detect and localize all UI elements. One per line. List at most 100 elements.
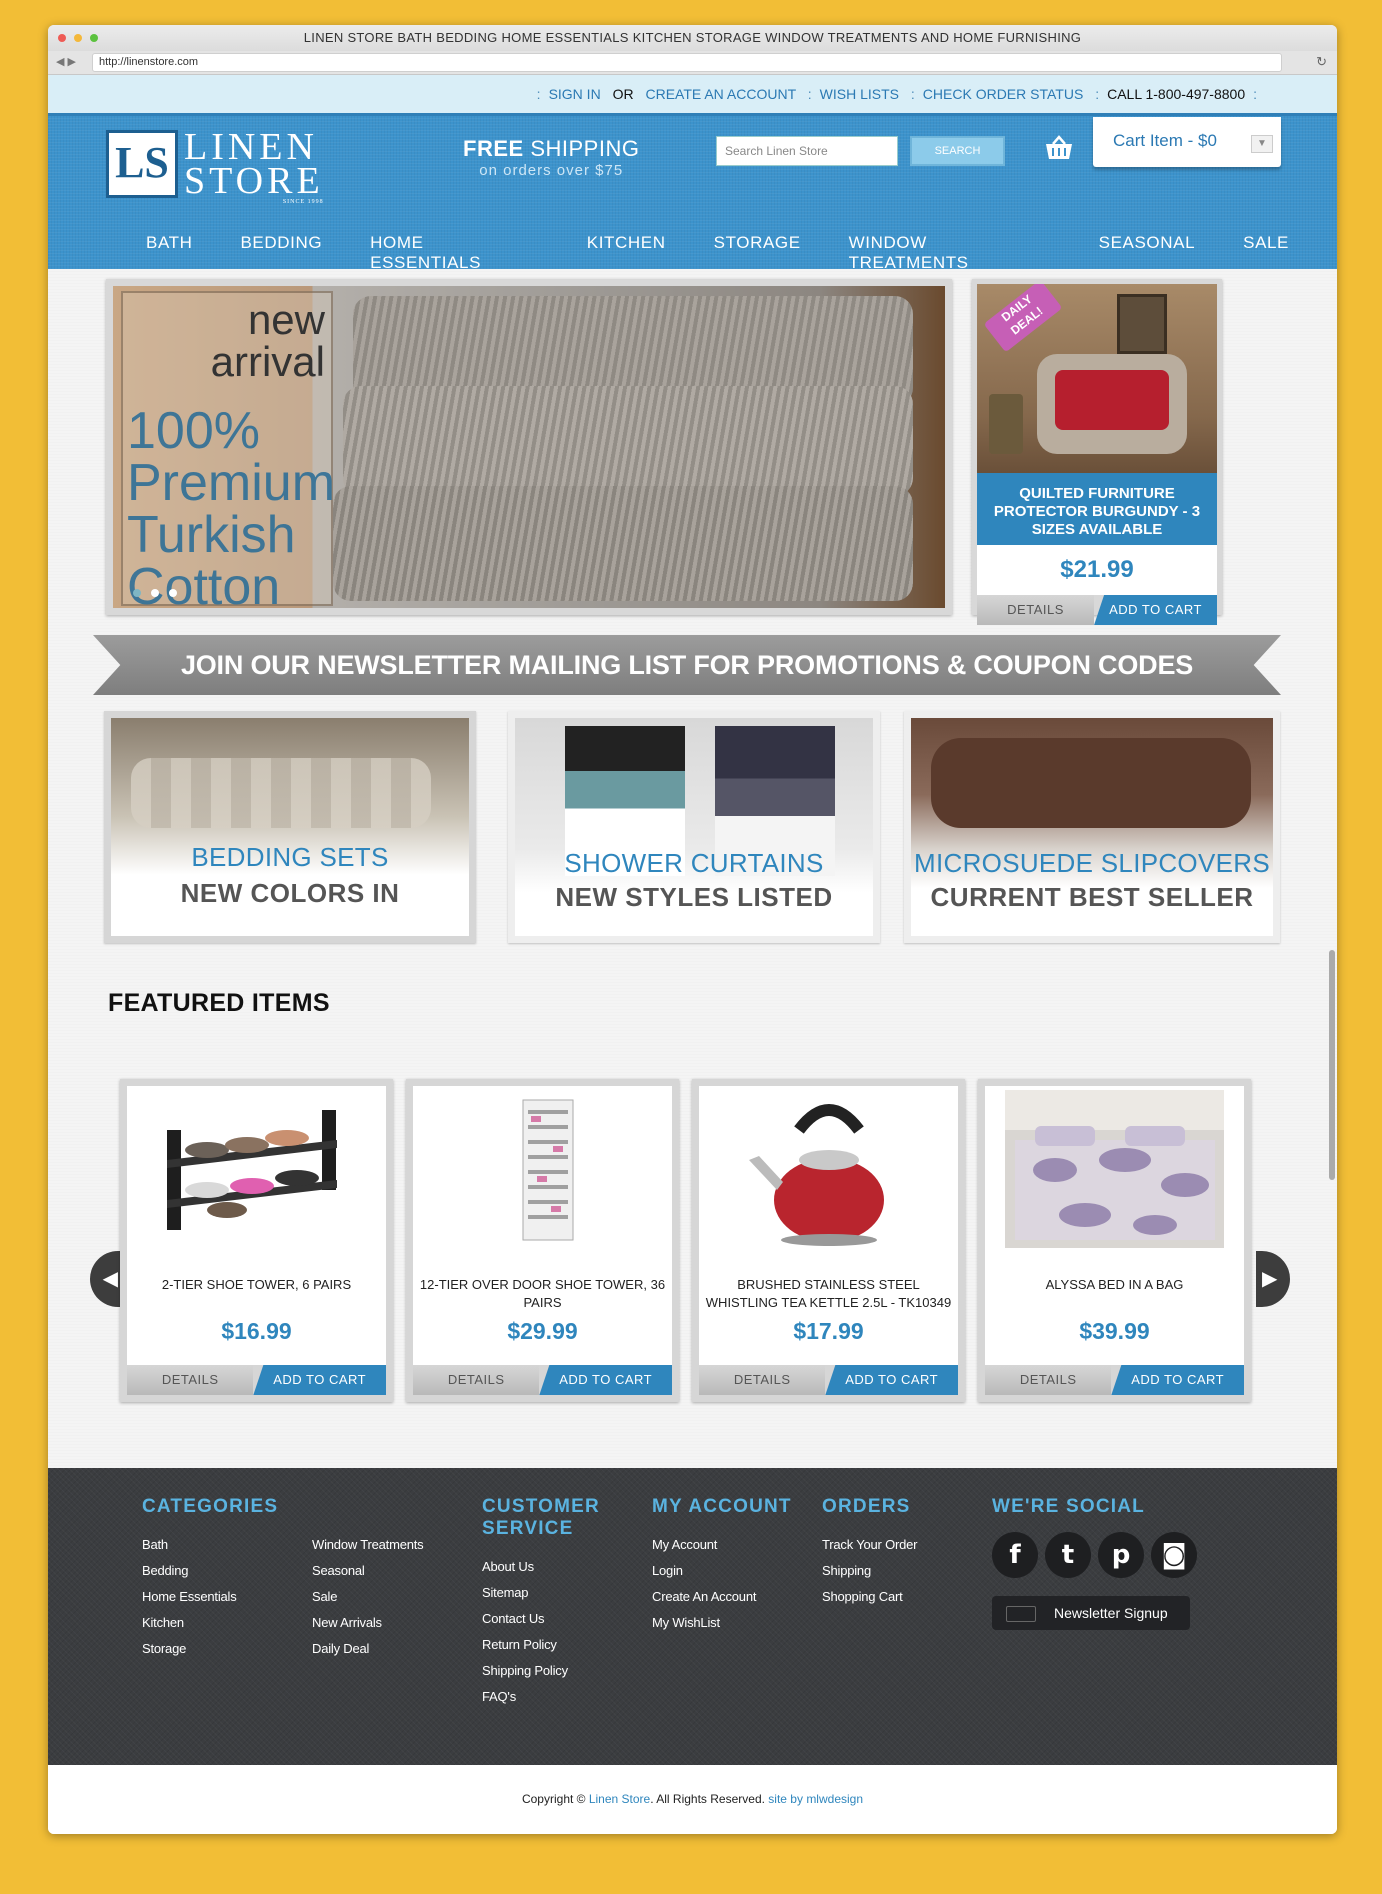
footer-link[interactable]: Contact Us bbox=[482, 1606, 600, 1632]
designer-link[interactable]: site by mlwdesign bbox=[768, 1792, 863, 1806]
footer-link[interactable]: New Arrivals bbox=[312, 1610, 423, 1636]
details-button[interactable]: DETAILS bbox=[413, 1365, 540, 1395]
free-shipping-notice: FREE SHIPPING on orders over $75 bbox=[463, 136, 639, 179]
hero-slider[interactable]: new arrival 100% Premium Turkish Cotton bbox=[106, 279, 952, 615]
product-name[interactable]: 12-TIER OVER DOOR SHOE TOWER, 36 PAIRS bbox=[413, 1276, 672, 1312]
linen-store-link[interactable]: Linen Store bbox=[589, 1792, 650, 1806]
footer-link[interactable]: Home Essentials bbox=[142, 1584, 312, 1610]
facebook-icon[interactable]: f bbox=[992, 1532, 1038, 1578]
twitter-icon[interactable]: t bbox=[1045, 1532, 1091, 1578]
details-button[interactable]: DETAILS bbox=[699, 1365, 826, 1395]
instagram-icon[interactable]: ◙ bbox=[1151, 1532, 1197, 1578]
cart-icon[interactable] bbox=[1043, 134, 1075, 162]
daily-deal-price: $21.99 bbox=[977, 545, 1217, 595]
chevron-down-icon[interactable]: ▼ bbox=[1251, 135, 1273, 153]
product-name[interactable]: ALYSSA BED IN A BAG bbox=[985, 1276, 1244, 1294]
product-name[interactable]: 2-TIER SHOE TOWER, 6 PAIRS bbox=[127, 1276, 386, 1294]
nav-kitchen[interactable]: KITCHEN bbox=[587, 233, 666, 273]
footer-link[interactable]: Create An Account bbox=[652, 1584, 792, 1610]
daily-deal-title[interactable]: QUILTED FURNITURE PROTECTOR BURGUNDY - 3… bbox=[977, 473, 1217, 545]
pinterest-icon[interactable]: p bbox=[1098, 1532, 1144, 1578]
nav-storage[interactable]: STORAGE bbox=[714, 233, 801, 273]
slider-dot-1[interactable] bbox=[133, 589, 141, 597]
phone-number: CALL 1-800-497-8800 bbox=[1107, 86, 1246, 102]
footer-link[interactable]: Shipping bbox=[822, 1558, 917, 1584]
footer-link[interactable]: Kitchen bbox=[142, 1610, 312, 1636]
back-forward-icon[interactable]: ◀▶ bbox=[56, 55, 79, 68]
footer-link[interactable]: Seasonal bbox=[312, 1558, 423, 1584]
details-button[interactable]: DETAILS bbox=[127, 1365, 254, 1395]
add-to-cart-button[interactable]: ADD TO CART bbox=[253, 1365, 386, 1395]
url-field[interactable]: http://linenstore.com bbox=[92, 53, 1282, 72]
footer-link[interactable]: Sale bbox=[312, 1584, 423, 1610]
or-text: OR bbox=[612, 86, 634, 102]
product-name[interactable]: BRUSHED STAINLESS STEEL WHISTLING TEA KE… bbox=[699, 1276, 958, 1312]
carousel-next-arrow[interactable]: ▶ bbox=[1256, 1251, 1290, 1307]
zoom-dot[interactable] bbox=[90, 34, 98, 42]
product-card: 2-TIER SHOE TOWER, 6 PAIRS $16.99 DETAIL… bbox=[120, 1079, 393, 1402]
promo-bedding-sets[interactable]: BEDDING SETS NEW COLORS IN bbox=[104, 711, 476, 943]
nav-sale[interactable]: SALE bbox=[1243, 233, 1289, 273]
product-card: BRUSHED STAINLESS STEEL WHISTLING TEA KE… bbox=[692, 1079, 965, 1402]
search-button[interactable]: SEARCH bbox=[910, 136, 1005, 166]
promo-slipcovers[interactable]: MICROSUEDE SLIPCOVERS CURRENT BEST SELLE… bbox=[904, 711, 1280, 943]
promo-shower-curtains[interactable]: SHOWER CURTAINS NEW STYLES LISTED bbox=[508, 711, 880, 943]
footer-link[interactable]: Shopping Cart bbox=[822, 1584, 917, 1610]
footer-link[interactable]: Daily Deal bbox=[312, 1636, 423, 1662]
check-order-status-link[interactable]: CHECK ORDER STATUS bbox=[923, 86, 1084, 102]
add-to-cart-button[interactable]: ADD TO CART bbox=[1111, 1365, 1244, 1395]
add-to-cart-button[interactable]: ADD TO CART bbox=[825, 1365, 958, 1395]
product-price: $16.99 bbox=[221, 1318, 292, 1344]
product-image[interactable] bbox=[719, 1090, 938, 1248]
close-dot[interactable] bbox=[58, 34, 66, 42]
footer-link[interactable]: Login bbox=[652, 1558, 792, 1584]
nav-window-treatments[interactable]: WINDOW TREATMENTS bbox=[849, 233, 1051, 273]
details-button[interactable]: DETAILS bbox=[985, 1365, 1112, 1395]
footer-link[interactable]: Storage bbox=[142, 1636, 312, 1662]
logo[interactable]: LS LINEN STORE SINCE 1998 bbox=[106, 128, 324, 206]
wish-lists-link[interactable]: WISH LISTS bbox=[820, 86, 899, 102]
footer-link[interactable]: Bedding bbox=[142, 1558, 312, 1584]
footer-link[interactable]: FAQ's bbox=[482, 1684, 600, 1710]
footer-link[interactable]: Return Policy bbox=[482, 1632, 600, 1658]
add-to-cart-button[interactable]: ADD TO CART bbox=[539, 1365, 672, 1395]
product-image[interactable] bbox=[1005, 1090, 1224, 1248]
footer-link[interactable]: My Account bbox=[652, 1532, 792, 1558]
cart-summary[interactable]: Cart Item - $0 ▼ bbox=[1093, 117, 1281, 167]
promo-row: BEDDING SETS NEW COLORS IN SHOWER CURTAI… bbox=[104, 711, 1294, 943]
scrollbar[interactable] bbox=[1329, 950, 1335, 1180]
search-input[interactable]: Search Linen Store bbox=[716, 136, 898, 166]
details-button[interactable]: DETAILS bbox=[977, 595, 1095, 625]
footer-link[interactable]: About Us bbox=[482, 1554, 600, 1580]
footer-heading: CUSTOMER bbox=[482, 1496, 600, 1517]
footer-link[interactable]: My WishList bbox=[652, 1610, 792, 1636]
product-image[interactable] bbox=[147, 1090, 366, 1248]
footer-link[interactable]: Window Treatments bbox=[312, 1532, 424, 1558]
footer-orders: ORDERS Track Your Order Shipping Shoppin… bbox=[822, 1496, 918, 1610]
footer-link[interactable]: Bath bbox=[142, 1532, 312, 1558]
reload-icon[interactable]: ↻ bbox=[1316, 54, 1327, 70]
newsletter-banner[interactable]: JOIN OUR NEWSLETTER MAILING LIST FOR PRO… bbox=[93, 635, 1281, 695]
page-content: newarrival 100% Premium Turkish Cotton bbox=[48, 269, 1337, 1469]
footer-link[interactable]: Track Your Order bbox=[822, 1532, 918, 1558]
slider-dot-2[interactable] bbox=[151, 589, 159, 597]
daily-deal-tag: DAILY DEAL! bbox=[983, 284, 1063, 353]
sign-in-link[interactable]: SIGN IN bbox=[549, 86, 601, 102]
nav-home-essentials[interactable]: HOME ESSENTIALS bbox=[370, 233, 539, 273]
add-to-cart-button[interactable]: ADD TO CART bbox=[1094, 595, 1217, 625]
footer-link[interactable]: Sitemap bbox=[482, 1580, 600, 1606]
newsletter-signup-button[interactable]: Newsletter Signup bbox=[992, 1596, 1190, 1630]
nav-seasonal[interactable]: SEASONAL bbox=[1099, 233, 1195, 273]
copyright-prefix: Copyright © bbox=[521, 1792, 589, 1806]
product-card: 12-TIER OVER DOOR SHOE TOWER, 36 PAIRS $… bbox=[406, 1079, 679, 1402]
minimize-dot[interactable] bbox=[74, 34, 82, 42]
slider-dot-3[interactable] bbox=[169, 589, 177, 597]
daily-deal-image[interactable]: DAILY DEAL! bbox=[977, 284, 1217, 473]
create-account-link[interactable]: CREATE AN ACCOUNT bbox=[645, 86, 795, 102]
nav-bedding[interactable]: BEDDING bbox=[240, 233, 322, 273]
hero-caption: new arrival 100% Premium Turkish Cotton bbox=[121, 291, 335, 608]
carousel-prev-arrow[interactable]: ◀ bbox=[90, 1251, 124, 1307]
product-image[interactable] bbox=[433, 1090, 652, 1248]
footer-link[interactable]: Shipping Policy bbox=[482, 1658, 600, 1684]
nav-bath[interactable]: BATH bbox=[146, 233, 192, 273]
